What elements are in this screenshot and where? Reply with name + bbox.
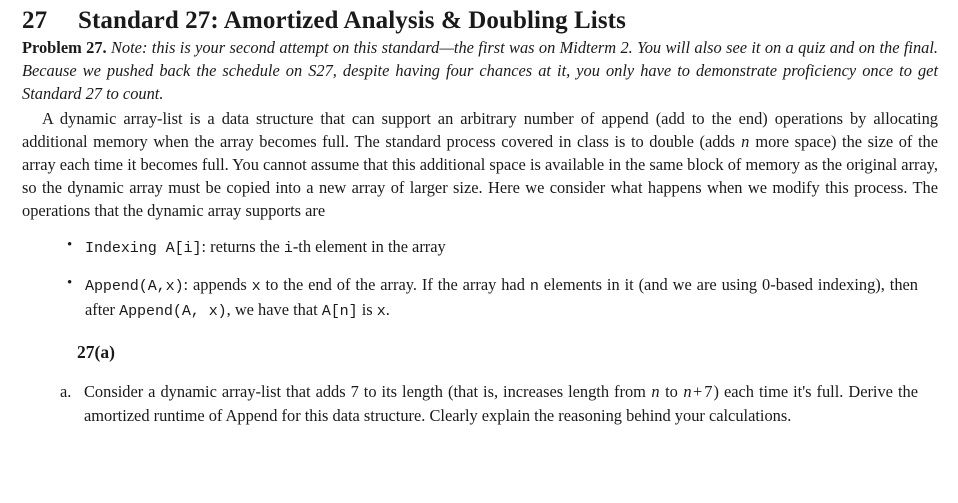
problem-note: Note: this is your second attempt on thi…: [22, 38, 938, 104]
problem-statement: Problem 27. Note: this is your second at…: [22, 36, 938, 106]
indexing-text-1: : returns the: [201, 236, 284, 256]
question-text-1: Consider a dynamic array-list that adds …: [84, 382, 651, 402]
indexing-text-2: -th element in the array: [292, 236, 446, 256]
code-append-x: x: [251, 276, 261, 295]
append-text-4: , we have that: [226, 300, 322, 320]
question-math-seven: 7: [704, 382, 713, 402]
list-item-append: Append(A,x): appends x to the end of the…: [22, 272, 938, 323]
problem-label: Problem 27.: [22, 38, 107, 57]
question-marker: a.: [60, 382, 72, 402]
question-math-operator: +: [693, 382, 703, 402]
section-number: 27: [22, 7, 48, 34]
subpart-heading: 27(a): [77, 342, 115, 363]
code-indexing-signature: Indexing A[i]: [85, 238, 202, 257]
question-math-n2: n: [683, 382, 692, 402]
page-title: 27 Standard 27: Amortized Analysis & Doub…: [0, 0, 958, 36]
list-item-indexing: Indexing A[i]: returns the i-th element …: [22, 234, 938, 260]
document-page: 27 Standard 27: Amortized Analysis & Doub…: [0, 0, 958, 503]
code-index-var: i: [283, 238, 293, 257]
code-append-call: Append(A, x): [119, 302, 227, 321]
question-math-n1: n: [651, 382, 660, 402]
append-text-1: : appends: [183, 274, 252, 294]
intro-math-n: n: [741, 131, 750, 151]
append-text-6: .: [385, 300, 390, 320]
operations-list: Indexing A[i]: returns the i-th element …: [22, 234, 938, 324]
code-append-an: A[n]: [321, 302, 358, 321]
append-text-2: to the end of the array. If the array ha…: [260, 274, 530, 294]
code-append-x2: x: [376, 302, 386, 321]
code-append-signature: Append(A,x): [85, 276, 184, 295]
append-text-5: is: [357, 300, 377, 320]
section-title-text: Standard 27: Amortized Analysis & Doubli…: [78, 7, 626, 34]
questions-list: a. Consider a dynamic array-list that add…: [22, 380, 938, 426]
code-append-n: n: [529, 276, 539, 295]
question-text-2: to: [660, 382, 683, 402]
intro-paragraph: A dynamic array-list is a data structure…: [22, 107, 938, 223]
list-item-question-a: a. Consider a dynamic array-list that add…: [22, 380, 938, 426]
document-body: Problem 27. Note: this is your second at…: [0, 36, 958, 427]
